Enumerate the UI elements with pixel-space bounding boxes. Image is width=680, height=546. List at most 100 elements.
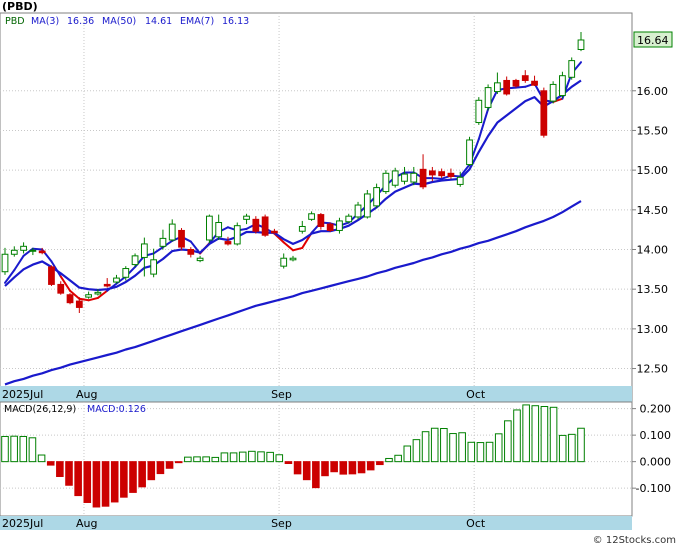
macd-bar <box>504 420 512 463</box>
macd-bar <box>357 461 366 474</box>
macd-bar <box>476 442 485 463</box>
legend-ma3-value: 16.36 <box>67 16 94 27</box>
macd-params-label: MACD(26,12,9) <box>4 404 76 415</box>
macd-bar <box>202 456 210 463</box>
candle-down <box>66 294 74 304</box>
macd-bar <box>138 461 146 488</box>
candle-down <box>187 248 195 255</box>
candle-up <box>29 249 37 252</box>
macd-bar <box>485 441 494 463</box>
month-label: Sep <box>271 517 292 530</box>
stock-chart: 12.50 13.00 13.50 14.00 14.50 15.00 15.50 16.00… <box>0 0 676 546</box>
macd-bar <box>229 452 238 463</box>
macd-value-label: MACD:0.126 <box>87 404 146 415</box>
macd-tick-label: -0.100 <box>636 482 671 495</box>
candle-down <box>103 283 111 287</box>
candle-down <box>419 168 427 188</box>
macd-bar <box>184 456 192 463</box>
candle-up <box>401 173 408 182</box>
candle-down <box>224 241 232 245</box>
macd-bar <box>156 461 165 475</box>
macd-bar <box>193 456 201 463</box>
macd-bar <box>19 435 28 463</box>
macd-bar <box>312 461 320 489</box>
candle-up <box>10 249 18 255</box>
macd-bar <box>366 461 375 471</box>
macd-bar <box>513 409 521 463</box>
candle-down <box>75 300 83 308</box>
candle-up <box>577 39 585 51</box>
candle-up <box>354 204 362 218</box>
candle-down <box>57 283 65 294</box>
price-tick-label: 15.50 <box>637 124 669 137</box>
macd-bar <box>421 431 430 463</box>
macd-bar <box>83 461 92 503</box>
macd-bar <box>540 406 549 463</box>
macd-tick-label: 0.100 <box>640 429 672 442</box>
candle-down <box>540 90 548 136</box>
macd-tick-label: 0.000 <box>640 456 672 469</box>
price-y-axis: 12.50 13.00 13.50 14.00 14.50 15.00 15.50 16.00 <box>632 85 668 376</box>
candle-up <box>280 257 288 267</box>
macd-bar <box>430 427 439 463</box>
price-tick-label: 14.00 <box>637 243 669 256</box>
candle-up <box>298 225 306 232</box>
macd-bar <box>302 461 311 481</box>
macd-bar <box>531 405 540 463</box>
macd-bar <box>37 454 46 463</box>
macd-bar <box>275 454 284 463</box>
macd-bar <box>120 461 128 498</box>
macd-bar <box>348 461 357 475</box>
macd-bar <box>147 461 156 481</box>
month-label: Oct <box>466 517 486 530</box>
macd-bar <box>458 432 466 463</box>
chart-title: (PBD) <box>2 0 38 13</box>
candle-up <box>243 215 250 220</box>
candle-up <box>391 170 399 186</box>
month-label: 2025Jul <box>2 388 43 401</box>
candle-up <box>484 87 492 108</box>
candle-down <box>326 223 334 231</box>
legend-ma3-label: MA(3) <box>31 16 59 27</box>
macd-bar <box>339 461 348 475</box>
watermark: © 12Stocks.com <box>593 535 676 546</box>
macd-bar <box>394 454 402 463</box>
macd-bar <box>577 427 585 463</box>
candle-down <box>38 250 46 254</box>
price-tick-label: 16.00 <box>637 85 669 98</box>
macd-bar <box>165 461 174 469</box>
ma3-segment <box>31 247 44 251</box>
macd-bar <box>74 461 82 497</box>
macd-bar <box>174 461 183 464</box>
legend-ticker: PBD <box>5 16 25 27</box>
candle-down <box>521 75 529 81</box>
month-label: Oct <box>466 388 486 401</box>
candle-down <box>531 80 538 86</box>
macd-bar <box>110 461 119 503</box>
candle-up <box>568 60 576 78</box>
candle-up <box>410 172 418 183</box>
macd-bar <box>549 406 558 463</box>
macd-bar <box>129 461 137 493</box>
macd-bar <box>568 433 576 463</box>
macd-bar <box>494 433 503 463</box>
macd-bar <box>10 435 18 463</box>
macd-bar <box>284 461 293 465</box>
macd-bar <box>412 439 421 463</box>
month-label: Aug <box>76 388 97 401</box>
candle-up <box>131 255 139 266</box>
macd-bar <box>238 451 247 463</box>
price-panel <box>0 12 633 403</box>
candle-up <box>373 187 380 207</box>
ma3-segment <box>431 177 443 180</box>
candle-up <box>1 253 9 273</box>
price-legend: PBD MA(3) 16.36 MA(50) 14.61 EMA(7) 16.1… <box>5 16 249 27</box>
candle-up <box>122 268 130 278</box>
ma3-segment <box>514 85 527 89</box>
macd-bar <box>440 428 448 463</box>
candle-down <box>252 218 260 232</box>
candle-up <box>308 213 315 220</box>
price-tick-label: 12.50 <box>637 363 669 376</box>
candle-up <box>140 243 148 258</box>
macd-bar <box>321 461 329 477</box>
